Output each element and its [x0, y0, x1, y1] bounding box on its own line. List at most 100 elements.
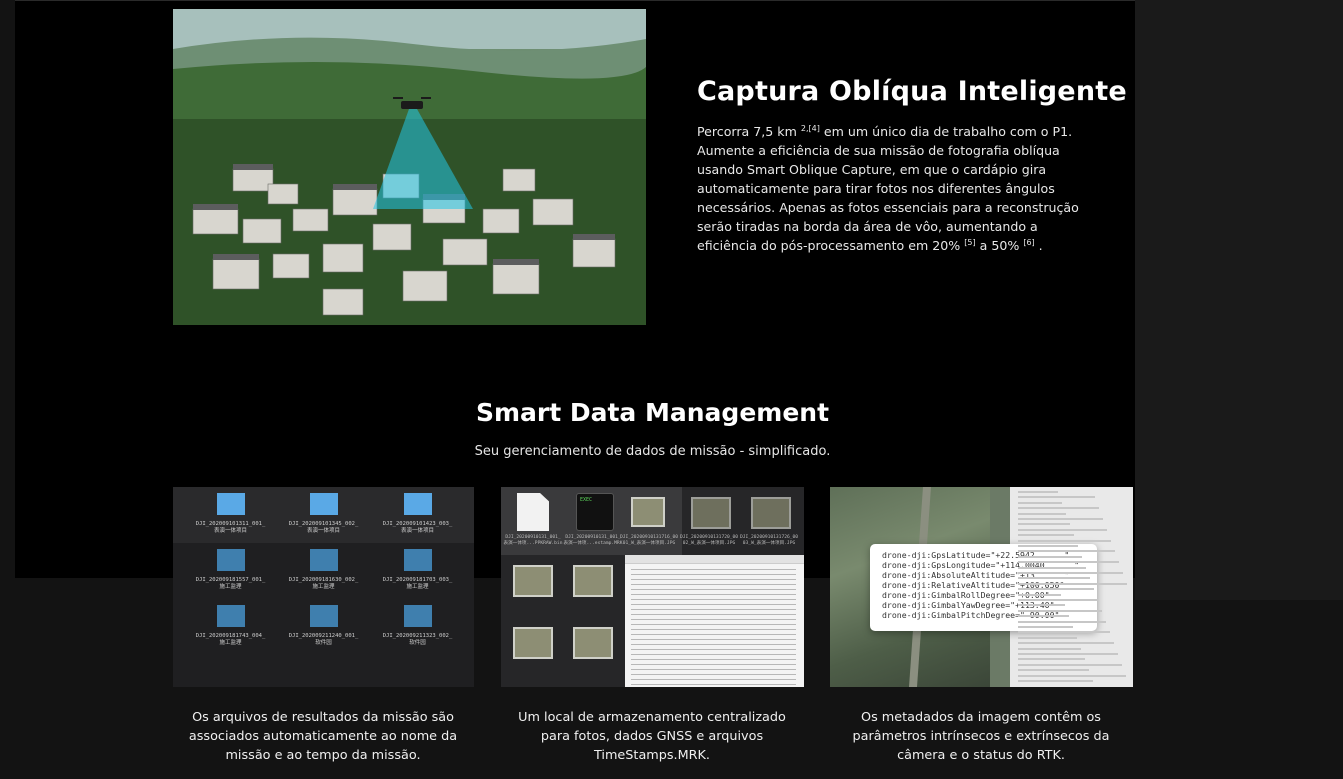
folder-icon	[216, 493, 245, 515]
xml-line	[1018, 615, 1069, 618]
sheet-row-line	[631, 619, 796, 620]
sheet-row-line	[631, 674, 796, 675]
sheet-row-line	[631, 644, 796, 645]
sheet-row-line	[631, 669, 796, 670]
xml-line	[1018, 528, 1107, 531]
folder-item[interactable]: DJI_202009181703_003_ 施工监理	[370, 549, 465, 591]
xml-line	[1018, 669, 1089, 672]
folder-name: DJI_202009181703_003_ 施工监理	[382, 577, 453, 590]
image-thumbnail	[751, 497, 791, 529]
sheet-row-line	[631, 584, 796, 585]
sheet-row-line	[631, 634, 796, 635]
footnote-ref[interactable]: [6]	[1023, 238, 1034, 247]
xml-line	[1018, 674, 1126, 677]
sheet-row-line	[631, 574, 796, 575]
xml-line	[1018, 566, 1086, 569]
xml-line	[1018, 582, 1127, 585]
folder-item[interactable]: DJI_202009101311_001_ 表演一体项目	[183, 493, 278, 535]
card-caption: Os metadados da imagem contêm os parâmet…	[852, 710, 1110, 763]
folder-item[interactable]: DJI_202009211323_002_ 软件园	[370, 605, 465, 647]
sheet-row-line	[631, 569, 796, 570]
xml-line	[1018, 609, 1102, 612]
exec-icon: exec	[576, 493, 614, 531]
image-thumbnail	[513, 627, 553, 659]
xml-line	[1018, 604, 1065, 607]
image-thumbnail	[573, 627, 613, 659]
sheet-row-line	[631, 614, 796, 615]
file-name: DJI_20200910131_001_ 表演一体项...PPKRAW.bin	[503, 535, 563, 546]
folder-item[interactable]: DJI_202009101345_002_ 表演一体项目	[276, 493, 371, 535]
folder-icon	[216, 605, 245, 627]
file-icon	[517, 493, 549, 531]
folder-name: DJI_202009181630_002_ 施工监理	[288, 577, 359, 590]
xml-line	[1018, 572, 1123, 574]
footnote-ref[interactable]: 2,[4]	[801, 124, 820, 133]
exec-label: exec	[580, 497, 593, 503]
image-thumbnail	[691, 497, 731, 529]
sheet-row-line	[631, 589, 796, 590]
storage-screenshot: exec DJI_20200910131_001_ 表演一体项...PPKRAW…	[501, 487, 804, 687]
xml-line	[1018, 631, 1110, 634]
folder-icon	[309, 493, 338, 515]
feature-text: em um único dia de trabalho com o P1. Au…	[697, 124, 1079, 253]
folder-icon	[309, 605, 338, 627]
xml-line	[1018, 555, 1082, 558]
xml-line	[1018, 663, 1122, 666]
image-thumbnail	[631, 497, 665, 527]
xml-line	[1018, 680, 1093, 682]
folder-name: DJI_202009211240_001_ 软件园	[288, 633, 359, 646]
xml-line	[1018, 653, 1118, 655]
image-thumbnail	[573, 565, 613, 597]
xml-line	[1018, 626, 1073, 628]
xml-line	[1018, 539, 1111, 542]
xml-line	[1018, 636, 1077, 639]
xml-line	[1018, 501, 1062, 504]
folder-name: DJI_202009101423_003_ 表演一体项目	[382, 521, 453, 534]
folder-name: DJI_202009101345_002_ 表演一体项目	[288, 521, 359, 534]
folder-item[interactable]: DJI_202009181557_001_ 施工监理	[183, 549, 278, 591]
sheet-row-line	[631, 659, 796, 660]
folder-item[interactable]: DJI_202009181630_002_ 施工监理	[276, 549, 371, 591]
folder-name: DJI_202009181743_004_ 施工监理	[195, 633, 266, 646]
feature-text: .	[1034, 238, 1043, 253]
feature-text: a 50%	[975, 238, 1024, 253]
folder-item[interactable]: DJI_202009101423_003_ 表演一体项目	[370, 493, 465, 535]
xml-line	[1018, 599, 1098, 601]
xml-line	[1018, 491, 1058, 493]
folder-icon	[216, 549, 245, 571]
xml-line	[1018, 518, 1103, 520]
footnote-ref[interactable]: [5]	[964, 238, 975, 247]
hero-aerial-photo	[173, 9, 646, 325]
folder-name: DJI_202009181557_001_ 施工监理	[195, 577, 266, 590]
xml-line	[1018, 545, 1078, 547]
sheet-row-line	[631, 684, 796, 685]
section-subtitle: Seu gerenciamento de dados de missão - s…	[474, 444, 831, 459]
folder-item[interactable]: DJI_202009211240_001_ 软件园	[276, 605, 371, 647]
xml-line	[1018, 534, 1074, 537]
side-panel	[1135, 0, 1343, 600]
section-title: Smart Data Management	[475, 398, 830, 427]
sheet-row-line	[631, 639, 796, 640]
folder-item[interactable]: DJI_202009181743_004_ 施工监理	[183, 605, 278, 647]
xml-line	[1018, 593, 1061, 596]
sheet-row-line	[631, 679, 796, 680]
sheet-row-line	[631, 609, 796, 610]
folder-name: DJI_202009211323_002_ 软件园	[382, 633, 453, 646]
xml-line	[1018, 550, 1115, 553]
folder-icon	[403, 605, 432, 627]
folder-icon	[309, 549, 338, 571]
folder-grid: DJI_202009101311_001_ 表演一体项目 DJI_20200910…	[173, 487, 474, 687]
card-caption: Um local de armazenamento centralizado p…	[518, 710, 786, 763]
folder-icon	[403, 493, 432, 515]
mission-folders-screenshot: DJI_202009101311_001_ 表演一体项目 DJI_20200910…	[173, 487, 474, 687]
xml-line	[1018, 588, 1094, 591]
xml-line	[1018, 620, 1106, 623]
file-name: DJI_20200910131720_00 02_W_表演一体项目.JPG	[679, 535, 739, 546]
folder-icon	[403, 549, 432, 571]
file-name: DJI_20200910131_001_ 表演一体项...estamp.MRK	[563, 535, 623, 546]
xml-line	[1018, 647, 1081, 650]
sheet-row-line	[631, 599, 796, 600]
sheet-row-line	[631, 649, 796, 650]
sheet-row-line	[631, 654, 796, 655]
xml-line	[1018, 507, 1099, 510]
